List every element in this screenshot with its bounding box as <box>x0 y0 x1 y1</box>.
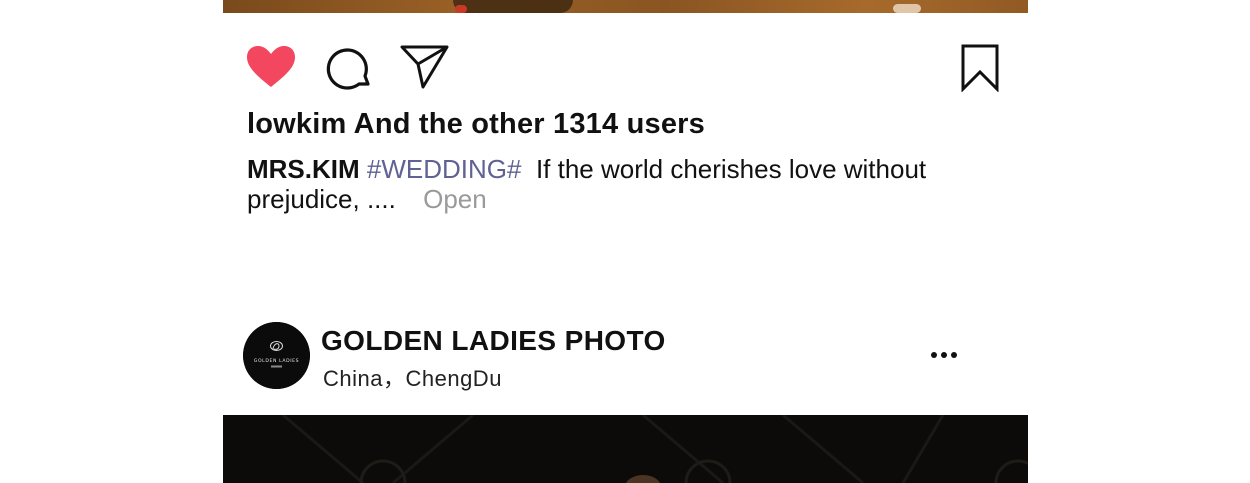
avatar[interactable]: GOLDEN LADIES <box>243 322 310 389</box>
more-options-button[interactable] <box>929 350 961 362</box>
photo-detail <box>223 415 1028 483</box>
page: lowkim And the other 1314 users MRS.KIM … <box>0 0 1250 483</box>
likes-summary[interactable]: lowkim And the other 1314 users <box>247 108 705 141</box>
post-header: GOLDEN LADIES GOLDEN LADIES PHOTO China，… <box>223 320 1028 393</box>
like-button[interactable] <box>246 45 296 89</box>
save-button[interactable] <box>961 44 1001 92</box>
photo-detail <box>453 0 573 13</box>
share-button[interactable] <box>400 44 450 90</box>
more-horizontal-icon <box>951 352 957 358</box>
photo-detail <box>455 5 467 13</box>
golden-ladies-logo: GOLDEN LADIES <box>243 322 310 389</box>
paper-plane-icon <box>400 45 449 89</box>
caption-author[interactable]: MRS.KIM <box>247 154 360 184</box>
comment-bubble-icon <box>326 48 370 90</box>
open-caption-link[interactable]: Open <box>423 184 487 214</box>
avatar-logo-text: GOLDEN LADIES <box>254 358 299 364</box>
photo-detail <box>893 4 921 13</box>
more-horizontal-icon <box>931 352 937 358</box>
previous-post-photo[interactable] <box>223 0 1028 13</box>
post-location[interactable]: China，ChengDu <box>323 361 502 393</box>
heart-icon <box>247 46 295 87</box>
post-caption: MRS.KIM #WEDDING# If the world cherishes… <box>247 154 967 214</box>
feed: lowkim And the other 1314 users MRS.KIM … <box>223 0 1028 483</box>
more-horizontal-icon <box>941 352 947 358</box>
caption-hashtag[interactable]: #WEDDING# <box>367 154 522 184</box>
bookmark-icon <box>961 44 999 92</box>
next-post-photo[interactable] <box>223 415 1028 483</box>
comment-button[interactable] <box>325 46 371 92</box>
account-name[interactable]: GOLDEN LADIES PHOTO <box>321 325 666 357</box>
